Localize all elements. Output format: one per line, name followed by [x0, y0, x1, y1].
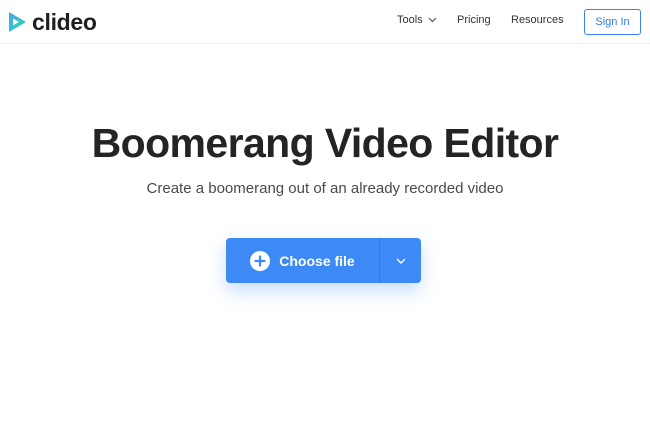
plus-circle-icon: [250, 250, 271, 271]
nav-tools[interactable]: Tools: [397, 14, 437, 26]
chevron-down-icon: [428, 17, 437, 23]
upload-source-dropdown-button[interactable]: [380, 238, 421, 283]
chevron-down-icon: [396, 258, 405, 264]
page-title: Boomerang Video Editor: [91, 120, 559, 166]
play-triangle-logo-icon: [9, 12, 26, 32]
logo-link[interactable]: clideo: [6, 9, 97, 35]
nav-resources[interactable]: Resources: [511, 14, 564, 26]
choose-file-button[interactable]: Choose file: [226, 238, 379, 283]
sign-in-button[interactable]: Sign In: [584, 9, 641, 35]
choose-file-split-button: Choose file: [226, 238, 421, 283]
header: clideo Tools Pricing Resources Sign In: [0, 0, 650, 44]
logo-text: clideo: [32, 9, 97, 35]
page: clideo Tools Pricing Resources Sign In B…: [0, 0, 650, 430]
choose-file-label: Choose file: [279, 252, 355, 269]
page-subtitle: Create a boomerang out of an already rec…: [146, 180, 504, 197]
nav-tools-label: Tools: [397, 14, 423, 26]
nav-pricing[interactable]: Pricing: [457, 14, 491, 26]
